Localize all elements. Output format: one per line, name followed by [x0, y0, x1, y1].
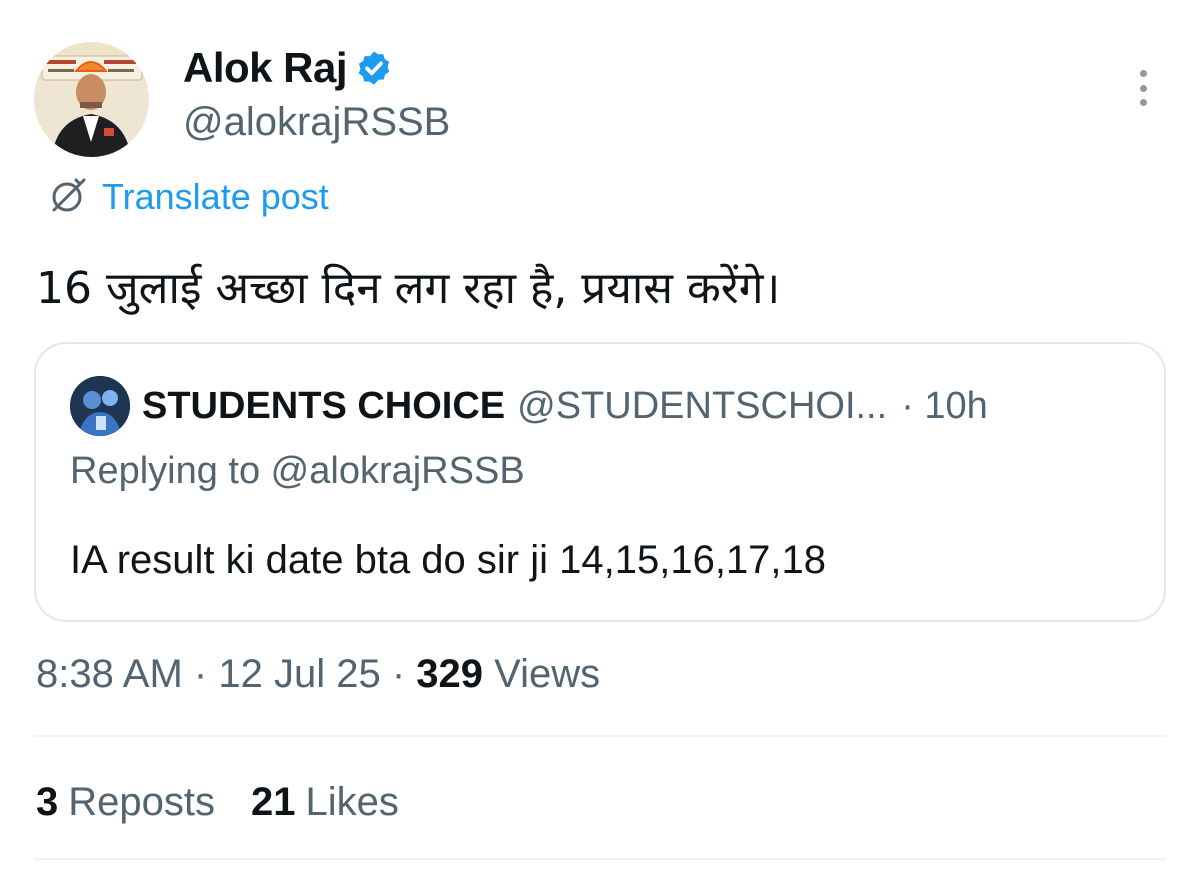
quoted-replying-to: Replying to @alokrajRSSB	[70, 450, 525, 492]
author-display-name[interactable]: Alok Raj	[183, 44, 348, 92]
quoted-post-header: STUDENTS CHOICE @STUDENTSCHOI... · 10h	[70, 376, 988, 436]
translate-post-label: Translate post	[102, 176, 329, 217]
post-text: 16 जुलाई अच्छा दिन लग रहा है, प्रयास करे…	[36, 263, 781, 314]
likes-count: 21	[251, 780, 296, 824]
quoted-author-handle[interactable]: @STUDENTSCHOI...	[517, 385, 887, 428]
likes-label: Likes	[305, 780, 399, 824]
meta-separator: ·	[391, 652, 406, 696]
more-dot	[1139, 70, 1147, 77]
likes-stat[interactable]: 21 Likes	[251, 780, 399, 825]
verified-badge-icon	[355, 49, 393, 87]
quoted-author-name[interactable]: STUDENTS CHOICE	[142, 385, 505, 428]
meta-separator: ·	[193, 652, 208, 696]
more-dot	[1139, 84, 1147, 92]
post-date[interactable]: 12 Jul 25	[218, 652, 380, 696]
quoted-post-text: IA result ki date bta do sir ji 14,15,16…	[70, 538, 827, 582]
quoted-post-card[interactable]: STUDENTS CHOICE @STUDENTSCHOI... · 10h R…	[34, 342, 1166, 622]
quoted-post-time[interactable]: · 10h	[901, 385, 988, 428]
translate-post-link[interactable]: Translate post	[46, 176, 329, 218]
views-label: Views	[494, 652, 601, 696]
views-count: 329	[416, 652, 484, 696]
divider	[34, 858, 1166, 860]
more-options-icon[interactable]	[1126, 66, 1160, 110]
divider	[34, 735, 1166, 737]
author-avatar[interactable]	[34, 42, 149, 157]
avatar-photo	[34, 42, 149, 157]
author-handle[interactable]: @alokrajRSSB	[183, 100, 450, 145]
post-meta: 8:38 AM · 12 Jul 25 · 329 Views	[36, 652, 600, 697]
quoted-avatar-image	[70, 376, 130, 436]
reposts-label: Reposts	[68, 780, 215, 824]
engagement-stats: 3 Reposts 21 Likes	[36, 780, 399, 825]
quoted-author-avatar[interactable]	[70, 376, 130, 436]
more-dot	[1139, 99, 1147, 106]
reposts-count: 3	[36, 780, 59, 824]
post-time[interactable]: 8:38 AM	[36, 652, 183, 696]
author-name-row: Alok Raj	[183, 44, 393, 92]
reposts-stat[interactable]: 3 Reposts	[36, 780, 215, 825]
translate-globe-icon	[46, 176, 88, 218]
